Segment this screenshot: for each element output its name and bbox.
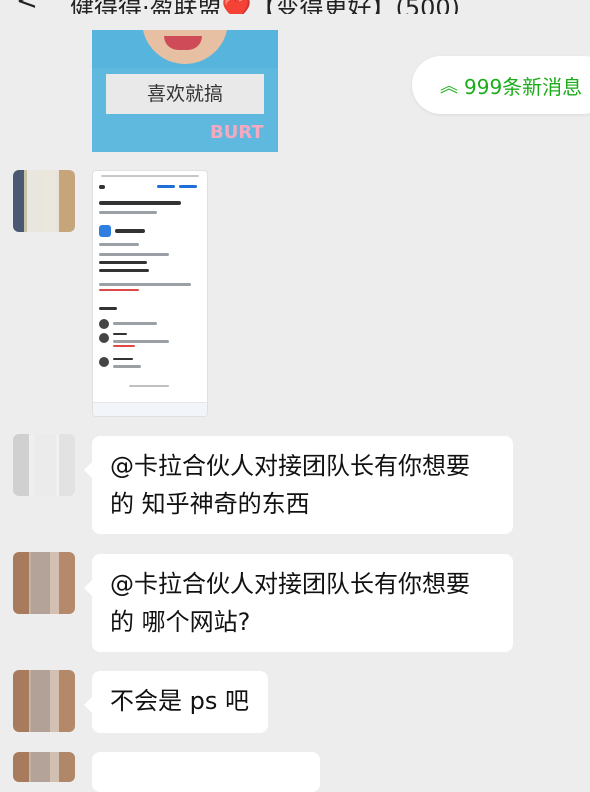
message-text-line: 的 知乎神奇的东西 — [110, 490, 310, 518]
avatar[interactable] — [13, 552, 75, 614]
chat-header: < 健得得·盈联盟❤️【变得更好】(500) — [0, 0, 590, 14]
message-text-line: 不会是 ps 吧 — [110, 687, 249, 715]
chat-title: 健得得·盈联盟❤️【变得更好】(500) — [70, 0, 461, 14]
message-bubble[interactable] — [92, 752, 320, 792]
new-messages-label: 999条新消息 — [464, 75, 583, 99]
back-icon[interactable]: < — [16, 0, 38, 14]
message-bubble[interactable]: 不会是 ps 吧 — [84, 671, 268, 733]
screenshot-bottom-bar — [93, 402, 207, 416]
message-bubble[interactable]: @卡拉合伙人对接团队长有你想要 的 哪个网站? — [84, 554, 513, 652]
image-logo: BURT — [210, 122, 264, 143]
new-messages-button[interactable]: ︽ 999条新消息 — [412, 56, 590, 114]
message-text-line: @卡拉合伙人对接团队长有你想要 — [110, 570, 470, 598]
message-text-line: @卡拉合伙人对接团队长有你想要 — [110, 452, 470, 480]
double-chevron-up-icon: ︽ — [440, 76, 458, 97]
image-message-screenshot[interactable] — [92, 170, 208, 417]
message-bubble[interactable]: @卡拉合伙人对接团队长有你想要 的 知乎神奇的东西 — [84, 436, 513, 534]
avatar[interactable] — [13, 170, 75, 232]
avatar[interactable] — [13, 670, 75, 732]
image-message-top[interactable]: 喜欢就搞 BURT — [92, 30, 278, 152]
message-text-line: 的 哪个网站? — [110, 608, 251, 636]
avatar[interactable] — [13, 434, 75, 496]
image-caption: 喜欢就搞 — [106, 74, 264, 114]
avatar[interactable] — [13, 752, 75, 782]
